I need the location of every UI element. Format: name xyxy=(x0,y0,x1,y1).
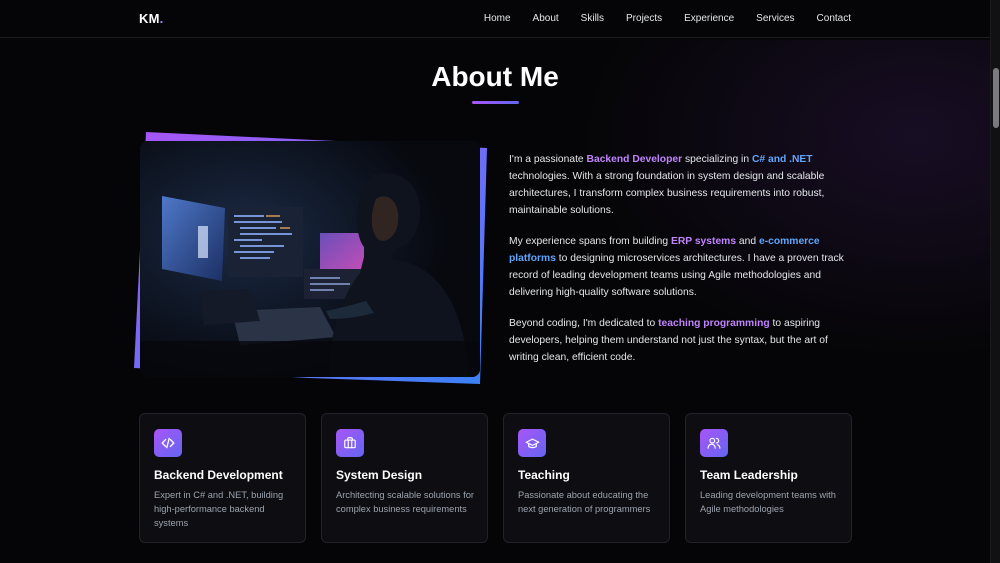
card-description: Passionate about educating the next gene… xyxy=(518,490,651,514)
about-text: I'm a passionate Backend Developer speci… xyxy=(509,151,854,380)
text-span: I'm a passionate xyxy=(509,154,587,165)
logo-dot: . xyxy=(159,11,164,26)
graduation-cap-icon xyxy=(518,429,546,457)
card-backend-development: Backend Development Expert in C# and .NE… xyxy=(139,413,306,543)
text-span: specializing in xyxy=(682,154,752,165)
highlight-csharp-dotnet: C# and .NET xyxy=(751,154,813,165)
nav-link-skills[interactable]: Skills xyxy=(581,13,604,24)
text-span: and xyxy=(736,236,759,247)
text-span: to designing microservices architectures… xyxy=(509,253,844,298)
scrollbar-thumb[interactable] xyxy=(993,68,999,128)
feature-cards: Backend Development Expert in C# and .NE… xyxy=(139,413,852,543)
users-icon xyxy=(700,429,728,457)
card-title: Backend Development xyxy=(154,468,283,482)
text-span: Beyond coding, I'm dedicated to xyxy=(509,318,659,329)
card-team-leadership: Team Leadership Leading development team… xyxy=(685,413,852,543)
card-title: System Design xyxy=(336,468,423,482)
card-teaching: Teaching Passionate about educating the … xyxy=(503,413,670,543)
briefcase-icon xyxy=(336,429,364,457)
page-scrollbar[interactable] xyxy=(990,0,1000,563)
navbar: KM. Home About Skills Projects Experienc… xyxy=(0,0,990,38)
section-title: About Me xyxy=(431,61,559,92)
card-title: Teaching xyxy=(518,468,570,482)
nav-link-services[interactable]: Services xyxy=(756,13,794,24)
nav-links: Home About Skills Projects Experience Se… xyxy=(462,13,851,24)
developer-workstation-image xyxy=(140,141,480,377)
nav-link-projects[interactable]: Projects xyxy=(626,13,662,24)
highlight-erp-systems: ERP systems xyxy=(670,236,737,247)
text-span: technologies. With a strong foundation i… xyxy=(509,171,825,216)
nav-link-home[interactable]: Home xyxy=(484,13,511,24)
highlight-teaching-programming: teaching programming xyxy=(658,318,770,329)
nav-link-experience[interactable]: Experience xyxy=(684,13,734,24)
logo-text: KM xyxy=(139,11,160,26)
text-span: My experience spans from building xyxy=(509,236,671,247)
developer-photo xyxy=(140,141,480,377)
about-paragraph-2: My experience spans from building ERP sy… xyxy=(509,233,854,301)
nav-link-about[interactable]: About xyxy=(533,13,559,24)
about-paragraph-3: Beyond coding, I'm dedicated to teaching… xyxy=(509,315,854,366)
nav-link-contact[interactable]: Contact xyxy=(817,13,851,24)
about-paragraph-1: I'm a passionate Backend Developer speci… xyxy=(509,151,854,219)
title-underline xyxy=(472,101,519,104)
card-description: Architecting scalable solutions for comp… xyxy=(336,490,474,514)
site-logo[interactable]: KM. xyxy=(139,11,163,26)
code-icon xyxy=(154,429,182,457)
card-description: Expert in C# and .NET, building high-per… xyxy=(154,490,284,528)
highlight-backend-developer: Backend Developer xyxy=(586,154,683,165)
card-system-design: System Design Architecting scalable solu… xyxy=(321,413,488,543)
card-title: Team Leadership xyxy=(700,468,798,482)
card-description: Leading development teams with Agile met… xyxy=(700,490,836,514)
about-image-frame xyxy=(134,132,487,384)
